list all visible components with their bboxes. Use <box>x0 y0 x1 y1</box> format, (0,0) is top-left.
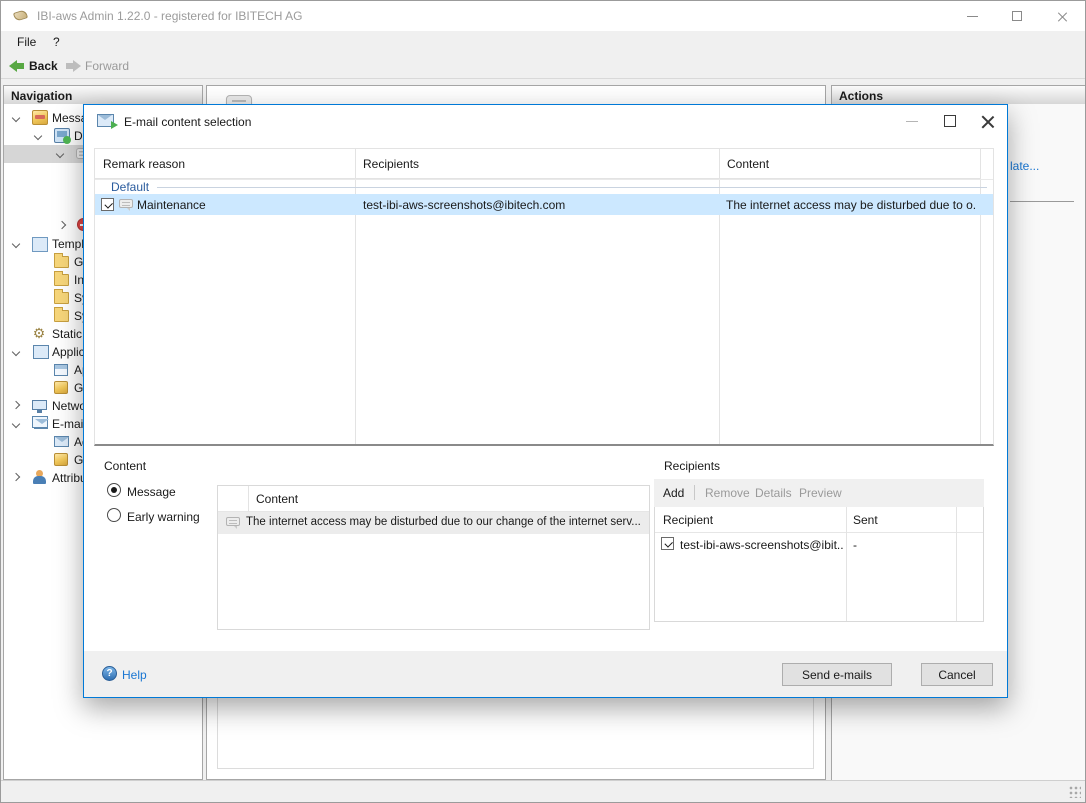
network-icon <box>32 400 47 410</box>
speech-bubble-icon <box>119 199 133 208</box>
person-icon <box>32 470 48 485</box>
back-button[interactable]: Back <box>29 59 58 73</box>
messages-icon <box>32 110 48 125</box>
recipients-table: Recipient Sent test-ibi-aws-screenshots@… <box>654 507 984 622</box>
actions-header: Actions <box>831 85 1086 105</box>
speech-bubble-icon <box>226 517 240 526</box>
radio-message[interactable] <box>107 483 121 497</box>
column-header-recipient[interactable]: Recipient <box>663 513 713 527</box>
remark-selection-table: Remark reason Recipients Content Default… <box>94 148 994 446</box>
column-header-recipients[interactable]: Recipients <box>355 149 719 179</box>
dialog-minimize-button[interactable] <box>895 108 929 134</box>
help-link[interactable]: Help <box>122 668 147 682</box>
chevron-down-icon[interactable] <box>34 132 42 140</box>
recipients-table-header[interactable]: Recipient Sent <box>655 507 983 533</box>
applications-icon <box>35 347 47 357</box>
email-content-selection-dialog: E-mail content selection Remark reason R… <box>83 104 1008 698</box>
gear-icon: ⚙ <box>31 326 47 341</box>
minimize-icon <box>906 121 918 122</box>
remove-button[interactable]: Remove <box>705 486 750 500</box>
forward-button[interactable]: Forward <box>85 59 129 73</box>
column-header-sent[interactable]: Sent <box>853 513 878 527</box>
window-minimize-button[interactable] <box>950 1 995 31</box>
details-button[interactable]: Details <box>755 486 792 500</box>
radio-early-warning-label[interactable]: Early warning <box>127 510 200 524</box>
cube-icon <box>54 453 68 466</box>
action-link-template[interactable]: late... <box>1010 159 1039 173</box>
content-row[interactable]: The internet access may be disturbed due… <box>218 512 649 534</box>
chevron-down-icon[interactable] <box>12 240 20 248</box>
chevron-right-icon[interactable] <box>12 473 20 481</box>
folder-icon <box>54 310 69 322</box>
recipient-checkbox[interactable] <box>661 537 674 550</box>
navigation-header: Navigation <box>3 85 203 105</box>
chevron-down-icon[interactable] <box>56 150 64 158</box>
group-row-default[interactable]: Default <box>95 179 993 193</box>
column-header-remark-reason[interactable]: Remark reason <box>95 149 355 179</box>
radio-message-label[interactable]: Message <box>127 485 176 499</box>
status-bar <box>1 780 1085 802</box>
templates-icon <box>34 239 47 250</box>
emails-icon <box>34 418 48 429</box>
dialog-maximize-button[interactable] <box>933 108 967 134</box>
radio-early-warning[interactable] <box>107 508 121 522</box>
app-icon <box>13 9 29 23</box>
remark-row-maintenance[interactable]: Maintenance test-ibi-aws-screenshots@ibi… <box>95 194 993 215</box>
dialog-title: E-mail content selection <box>124 115 251 129</box>
main-toolbar: Back Forward <box>1 54 1085 79</box>
chevron-down-icon[interactable] <box>12 114 20 122</box>
row-checkbox[interactable] <box>101 198 114 211</box>
cube-icon <box>54 381 68 394</box>
preview-button[interactable]: Preview <box>799 486 842 500</box>
menu-file[interactable]: File <box>17 35 36 49</box>
group-rule <box>157 187 987 188</box>
maximize-icon <box>1012 11 1022 21</box>
monitor-check-icon <box>54 128 70 143</box>
column-divider[interactable] <box>846 507 847 621</box>
window-icon <box>54 364 68 376</box>
window-maximize-button[interactable] <box>995 1 1040 31</box>
column-header-content[interactable]: Content <box>719 149 980 179</box>
recipient-row[interactable]: test-ibi-aws-screenshots@ibit... - <box>655 533 983 555</box>
app-window: IBI-aws Admin 1.22.0 - registered for IB… <box>0 0 1086 803</box>
chevron-right-icon[interactable] <box>12 401 20 409</box>
menu-help[interactable]: ? <box>53 35 60 49</box>
resize-grip-icon[interactable] <box>1069 786 1081 798</box>
send-emails-button[interactable]: Send e-mails <box>782 663 892 686</box>
window-title: IBI-aws Admin 1.22.0 - registered for IB… <box>37 9 302 23</box>
content-table-header[interactable]: Content <box>218 486 649 512</box>
back-arrow-icon <box>9 60 25 72</box>
dialog-footer: ? Help Send e-mails Cancel <box>84 651 1007 697</box>
maximize-icon <box>944 115 956 127</box>
actions-separator <box>1010 201 1074 202</box>
dialog-close-button[interactable] <box>971 108 1005 134</box>
menu-bar: File ? <box>1 31 1085 54</box>
column-divider <box>956 507 957 621</box>
minimize-icon <box>967 16 978 17</box>
recipients-section: Recipients Add Remove Details Preview Re… <box>654 452 984 642</box>
help-icon: ? <box>102 666 117 681</box>
recipients-toolbar: Add Remove Details Preview <box>654 479 984 507</box>
recipients-section-label: Recipients <box>664 459 720 473</box>
forward-arrow-icon <box>65 60 81 72</box>
content-section: Content Message Early warning Content Th… <box>94 452 642 642</box>
envelope-icon <box>54 436 69 447</box>
folder-icon <box>54 256 69 268</box>
content-section-label: Content <box>104 459 146 473</box>
add-button[interactable]: Add <box>663 486 684 500</box>
folder-icon <box>54 292 69 304</box>
chevron-down-icon[interactable] <box>12 348 20 356</box>
email-send-icon <box>97 114 114 127</box>
chevron-right-icon[interactable] <box>58 221 66 229</box>
cancel-button[interactable]: Cancel <box>921 663 993 686</box>
toolbar-separator <box>694 485 695 500</box>
window-titlebar: IBI-aws Admin 1.22.0 - registered for IB… <box>1 1 1085 31</box>
content-table: Content The internet access may be distu… <box>217 485 650 630</box>
chevron-down-icon[interactable] <box>12 420 20 428</box>
folder-icon <box>54 274 69 286</box>
dialog-titlebar: E-mail content selection <box>84 105 1007 138</box>
window-close-button[interactable] <box>1040 1 1085 31</box>
